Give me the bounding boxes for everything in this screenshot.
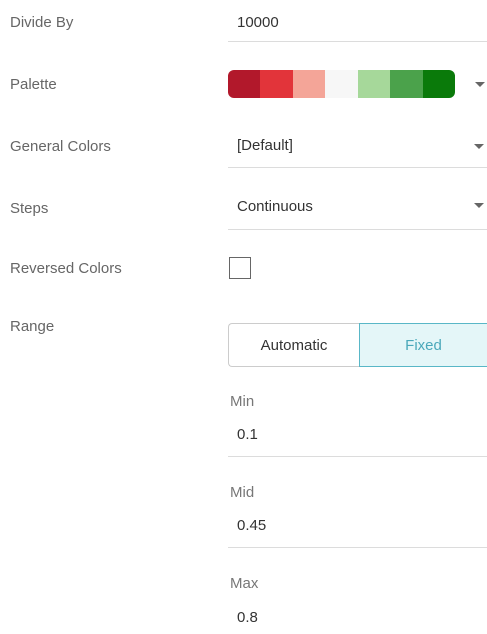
steps-label: Steps bbox=[10, 200, 49, 217]
reversed-colors-checkbox[interactable] bbox=[229, 257, 251, 279]
chevron-down-icon[interactable] bbox=[474, 203, 484, 208]
palette-swatch bbox=[390, 70, 423, 98]
general-colors-value[interactable]: [Default] bbox=[237, 137, 293, 155]
general-colors-label: General Colors bbox=[10, 138, 111, 155]
palette-label: Palette bbox=[10, 76, 57, 93]
reversed-colors-label: Reversed Colors bbox=[10, 260, 122, 277]
palette-swatch bbox=[292, 70, 326, 98]
range-label: Range bbox=[10, 318, 55, 335]
palette-swatch bbox=[357, 70, 391, 98]
divide-by-field[interactable]: 10000 bbox=[228, 0, 487, 42]
steps-value[interactable]: Continuous bbox=[237, 198, 313, 216]
range-min-label: Min bbox=[230, 393, 255, 410]
palette-swatch bbox=[422, 70, 455, 98]
range-max-label: Max bbox=[230, 575, 259, 592]
palette-preview[interactable] bbox=[228, 70, 455, 98]
palette-swatch bbox=[260, 70, 293, 98]
range-mid-input[interactable]: 0.45 bbox=[237, 517, 266, 535]
divide-by-underline bbox=[228, 41, 487, 42]
range-mid-label: Mid bbox=[230, 484, 255, 501]
chevron-down-icon[interactable] bbox=[474, 144, 484, 149]
general-colors-underline bbox=[228, 167, 487, 168]
range-automatic-button[interactable]: Automatic bbox=[228, 323, 359, 367]
palette-dropdown[interactable] bbox=[228, 70, 487, 100]
divide-by-label: Divide By bbox=[10, 14, 74, 31]
steps-underline bbox=[228, 229, 487, 230]
range-max-input[interactable]: 0.8 bbox=[237, 609, 258, 627]
palette-swatch bbox=[325, 70, 358, 98]
range-mid-underline bbox=[228, 547, 487, 548]
range-min-underline bbox=[228, 456, 487, 457]
palette-swatch bbox=[228, 70, 261, 98]
range-fixed-button[interactable]: Fixed bbox=[359, 323, 487, 367]
general-colors-dropdown[interactable]: [Default] bbox=[228, 124, 487, 168]
range-min-input[interactable]: 0.1 bbox=[237, 426, 258, 444]
steps-dropdown[interactable]: Continuous bbox=[228, 186, 487, 230]
divide-by-value[interactable]: 10000 bbox=[237, 14, 279, 32]
chevron-down-icon[interactable] bbox=[475, 82, 485, 87]
